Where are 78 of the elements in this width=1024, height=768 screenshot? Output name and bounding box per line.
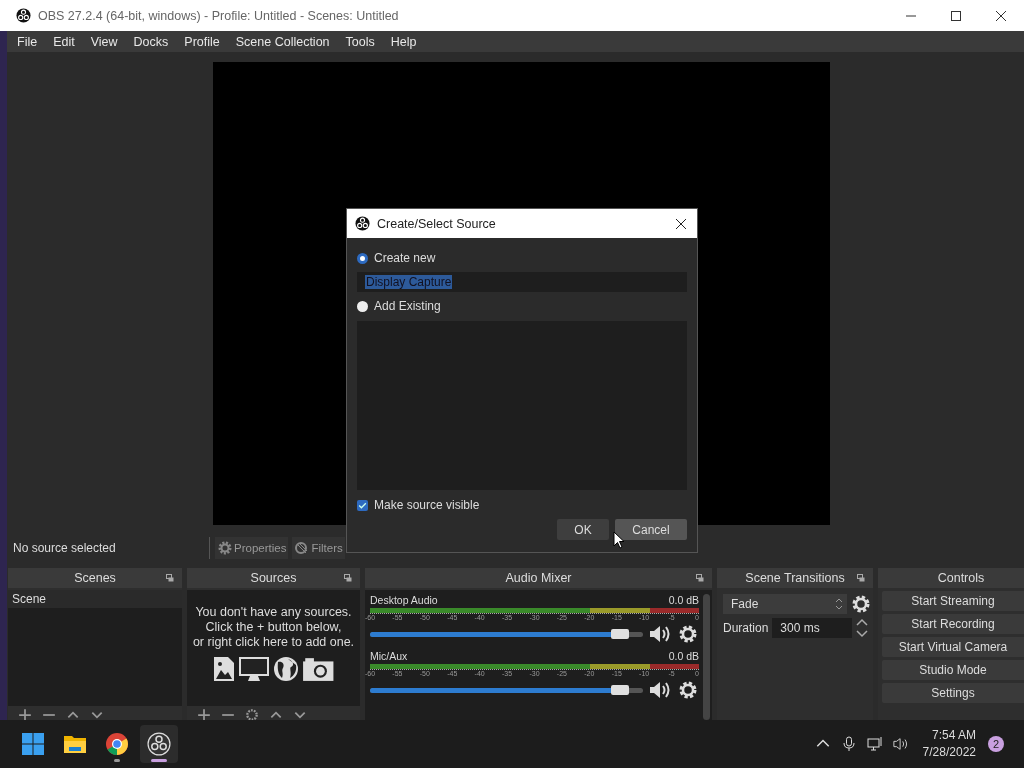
panel-title: Scenes bbox=[74, 571, 116, 585]
menu-item[interactable]: Help bbox=[382, 34, 425, 49]
undock-icon[interactable] bbox=[696, 574, 704, 582]
volume-reading: 0.0 dB bbox=[668, 650, 699, 662]
image-icon bbox=[212, 656, 235, 682]
close-icon[interactable] bbox=[995, 9, 1007, 22]
menu-item[interactable]: Edit bbox=[45, 34, 83, 49]
add-icon[interactable] bbox=[18, 708, 32, 720]
radio-button[interactable] bbox=[357, 252, 368, 264]
mouse-cursor-icon bbox=[613, 531, 625, 549]
obs-logo-icon bbox=[147, 732, 171, 756]
gear-icon[interactable] bbox=[677, 624, 699, 644]
globe-icon bbox=[272, 656, 299, 682]
scrollbar[interactable] bbox=[703, 594, 710, 720]
radio-button[interactable] bbox=[357, 300, 368, 312]
microphone-icon[interactable] bbox=[840, 736, 857, 752]
channel-name: Mic/Aux bbox=[370, 650, 408, 662]
slider-thumb[interactable] bbox=[611, 628, 630, 639]
radio-option[interactable]: Create new bbox=[357, 246, 687, 270]
control-button[interactable]: Settings bbox=[882, 683, 1024, 703]
obs-logo-icon bbox=[16, 8, 31, 23]
volume-reading: 0.0 dB bbox=[668, 594, 699, 606]
status-message: No source selected bbox=[13, 541, 117, 555]
speaker-icon[interactable] bbox=[649, 680, 671, 700]
add-icon[interactable] bbox=[197, 708, 211, 720]
gear-icon bbox=[217, 540, 233, 556]
spinner-icon[interactable] bbox=[856, 618, 869, 638]
panel-title: Audio Mixer bbox=[505, 571, 572, 585]
menu-item[interactable]: Tools bbox=[337, 34, 383, 49]
visible-checkbox[interactable]: Make source visible bbox=[357, 493, 687, 517]
running-indicator bbox=[114, 759, 120, 762]
gear-icon[interactable] bbox=[677, 680, 699, 700]
clock-date[interactable]: 7/28/2022 bbox=[922, 744, 976, 761]
toolbar-button[interactable]: Filters bbox=[292, 537, 345, 559]
undock-icon[interactable] bbox=[857, 574, 865, 582]
radio-option[interactable]: Add Existing bbox=[357, 294, 687, 318]
window-title: OBS 27.2.4 (64-bit, windows) - Profile: Untitled - Scenes: Untitled bbox=[38, 8, 399, 23]
scene-item[interactable]: Scene bbox=[8, 590, 182, 608]
duration-field[interactable]: 300 ms bbox=[772, 618, 853, 638]
checkbox[interactable] bbox=[357, 499, 368, 511]
menu-item[interactable]: Profile bbox=[176, 34, 228, 49]
undock-icon[interactable] bbox=[344, 574, 352, 582]
panel-title: Controls bbox=[937, 571, 985, 585]
channel-name: Desktop Audio bbox=[370, 594, 438, 606]
control-button[interactable]: Studio Mode bbox=[882, 660, 1024, 680]
spinner-icon bbox=[835, 597, 843, 611]
close-icon[interactable] bbox=[675, 217, 687, 230]
toolbar-button[interactable]: Properties bbox=[215, 537, 289, 559]
network-icon[interactable] bbox=[866, 736, 883, 752]
dialog-button[interactable]: OK bbox=[557, 519, 609, 540]
duration-label: Duration bbox=[723, 621, 769, 635]
dialog-title: Create/Select Source bbox=[377, 216, 496, 231]
taskbar-app[interactable] bbox=[140, 725, 178, 763]
notification-badge[interactable]: 2 bbox=[988, 736, 1004, 752]
panel-title: Sources bbox=[250, 571, 297, 585]
clock-time[interactable]: 7:54 AM bbox=[931, 727, 976, 744]
menu-item[interactable]: Scene Collection bbox=[227, 34, 338, 49]
undock-icon[interactable] bbox=[166, 574, 174, 582]
control-button[interactable]: Start Recording bbox=[882, 614, 1024, 634]
control-button[interactable]: Start Streaming bbox=[882, 591, 1024, 611]
menu-item[interactable]: View bbox=[82, 34, 126, 49]
menu-item[interactable]: File bbox=[9, 34, 46, 49]
start-icon bbox=[21, 732, 45, 756]
speaker-icon[interactable] bbox=[892, 736, 909, 752]
empty-sources-message: You don't have any sources. Click the + button below, or right click here to add one. bbox=[192, 605, 355, 650]
obs-logo-icon bbox=[355, 216, 370, 231]
monitor-icon bbox=[237, 656, 270, 682]
control-button[interactable]: Start Virtual Camera bbox=[882, 637, 1024, 657]
browser-icon bbox=[105, 732, 129, 756]
panel-title: Scene Transitions bbox=[745, 571, 845, 585]
running-indicator bbox=[151, 759, 167, 762]
dialog-button[interactable]: Cancel bbox=[615, 519, 687, 540]
menu-item[interactable]: Docks bbox=[125, 34, 177, 49]
maximize-icon[interactable] bbox=[950, 9, 962, 22]
speaker-icon[interactable] bbox=[649, 624, 671, 644]
camera-icon bbox=[301, 656, 335, 682]
transition-dropdown[interactable]: Fade bbox=[723, 594, 847, 614]
slider-thumb[interactable] bbox=[611, 684, 630, 695]
